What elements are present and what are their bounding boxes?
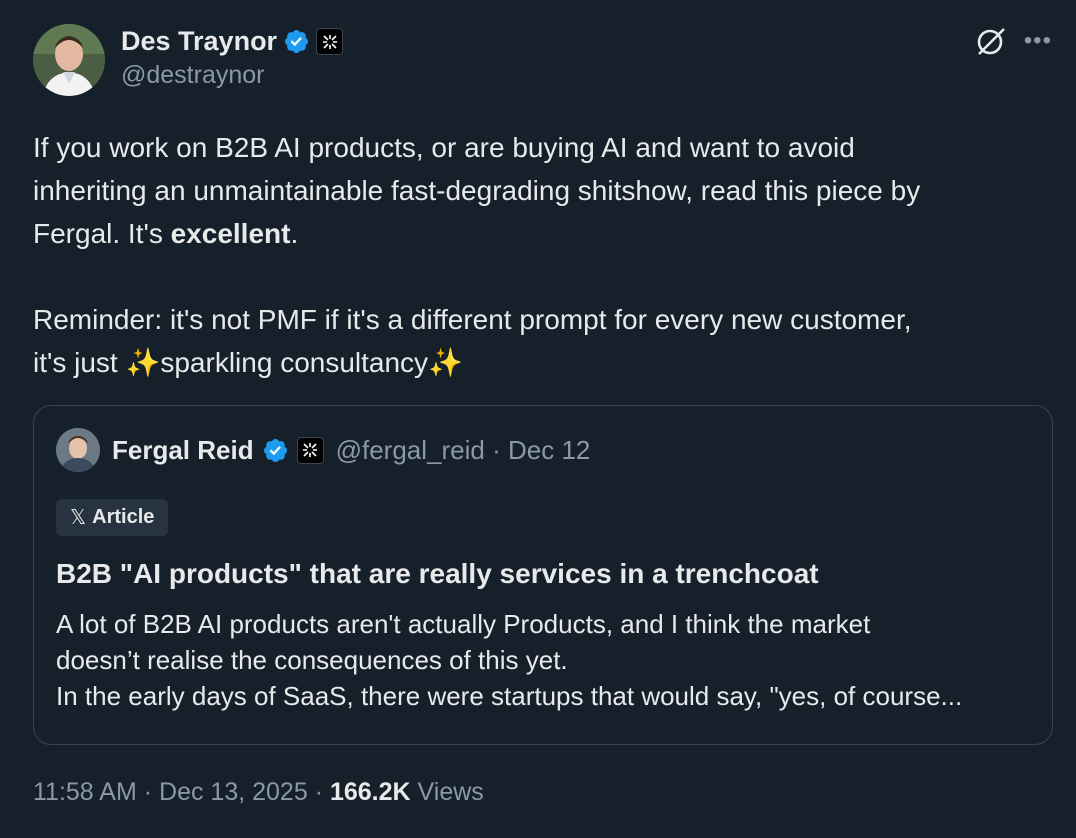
author-handle[interactable]: @destraynor bbox=[121, 61, 265, 90]
tweet-actions-top: ••• bbox=[974, 24, 1052, 58]
tweet-line: inheriting an unmaintainable fast-degrad… bbox=[33, 175, 921, 206]
quoted-author-avatar[interactable] bbox=[56, 428, 100, 472]
tweet-line: If you work on B2B AI products, or are b… bbox=[33, 132, 855, 163]
meta-separator: · bbox=[492, 434, 501, 465]
verified-check-icon bbox=[283, 28, 310, 55]
article-tag-label: Article bbox=[92, 506, 155, 528]
tweet-footer: 11:58 AM · Dec 13, 2025 · 166.2K Views bbox=[33, 778, 484, 807]
quoted-author-name[interactable]: Fergal Reid bbox=[112, 435, 254, 466]
article-preview-line: doesn’t realise the consequences of this… bbox=[56, 645, 568, 675]
author-name[interactable]: Des Traynor bbox=[121, 26, 277, 57]
author-avatar[interactable] bbox=[33, 24, 105, 96]
quoted-author-handle: @fergal_reid · Dec 12 bbox=[336, 435, 591, 466]
article-title[interactable]: B2B "AI products" that are really servic… bbox=[56, 558, 819, 590]
more-options-icon[interactable]: ••• bbox=[1024, 29, 1052, 53]
tweet-bold-text: excellent bbox=[170, 218, 291, 249]
quoted-handle-text[interactable]: @fergal_reid bbox=[336, 435, 485, 465]
article-preview: A lot of B2B AI products aren't actually… bbox=[56, 606, 1031, 714]
sparkles-emoji: ✨ bbox=[428, 347, 463, 378]
article-preview-line: In the early days of SaaS, there were st… bbox=[56, 681, 963, 711]
org-badge-icon[interactable] bbox=[316, 28, 344, 55]
tweet-text-segment: Fergal. It's bbox=[33, 218, 171, 249]
tweet-date[interactable]: Dec 13, 2025 bbox=[159, 778, 308, 806]
quoted-tweet-header: Fergal Reid @fergal_reid · Dec 12 bbox=[56, 428, 590, 472]
tweet-text-segment: . bbox=[290, 218, 299, 249]
x-logo-icon: 𝕏 bbox=[70, 507, 87, 529]
tweet-line: Reminder: it's not PMF if it's a differe… bbox=[33, 304, 912, 335]
meta-separator: · bbox=[314, 778, 324, 806]
views-count[interactable]: 166.2K bbox=[330, 778, 411, 806]
tweet-line: Fergal. It's excellent. bbox=[33, 212, 1053, 255]
views-label: Views bbox=[417, 778, 484, 806]
sparkles-emoji: ✨ bbox=[125, 347, 161, 378]
tweet-text-segment: it's just bbox=[33, 347, 126, 378]
tweet-text: If you work on B2B AI products, or are b… bbox=[33, 126, 1053, 384]
article-tag: 𝕏 Article bbox=[56, 499, 169, 536]
grok-icon[interactable] bbox=[974, 24, 1008, 58]
article-preview-line: A lot of B2B AI products aren't actually… bbox=[56, 609, 871, 639]
quoted-tweet-card[interactable]: Fergal Reid @fergal_reid · Dec 12 𝕏 Arti… bbox=[33, 405, 1053, 745]
verified-check-icon bbox=[262, 437, 289, 464]
author-name-row[interactable]: Des Traynor bbox=[121, 26, 344, 57]
tweet-text-segment: sparkling consultancy bbox=[160, 347, 429, 378]
tweet-line: it's just ✨sparkling consultancy✨ bbox=[33, 341, 1053, 384]
meta-separator: · bbox=[143, 778, 153, 806]
org-badge-icon[interactable] bbox=[296, 436, 324, 464]
tweet-time[interactable]: 11:58 AM bbox=[33, 778, 137, 806]
quoted-date[interactable]: Dec 12 bbox=[508, 435, 590, 465]
